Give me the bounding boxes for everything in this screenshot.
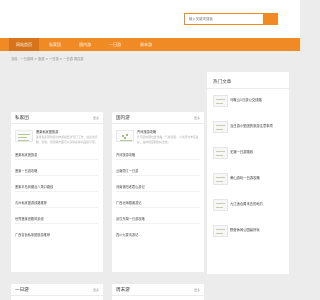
sidebar-title: 热门文章 bbox=[213, 80, 232, 85]
card-header: 一日游 更多 bbox=[11, 284, 103, 296]
nav-item-one-day[interactable]: 一日游 bbox=[100, 38, 130, 51]
more-link[interactable]: 更多 bbox=[93, 116, 99, 120]
featured-description: 蓬莱私家团旅游全体游客经过专门工作，在注重行程、游客、费用等方面可以获得多种高品… bbox=[36, 135, 98, 144]
article-thumbnail[interactable] bbox=[213, 173, 228, 185]
divider bbox=[15, 207, 99, 208]
nav-item-home[interactable]: 网站首页 bbox=[9, 38, 39, 51]
card-title: 一日游 bbox=[15, 288, 29, 293]
divider bbox=[207, 88, 289, 89]
featured-title[interactable]: 蓬莱私家团旅游 bbox=[36, 129, 58, 134]
article-thumbnail[interactable] bbox=[213, 121, 228, 133]
divider bbox=[116, 159, 200, 160]
more-link[interactable]: 更多 bbox=[93, 288, 99, 292]
search-button[interactable] bbox=[263, 14, 277, 24]
card-private-tour: 私家团 更多 蓬莱私家团旅游 蓬莱私家团旅游全体游客经过专门工作，在注重行程、游… bbox=[11, 112, 103, 272]
card-domestic-tour: 国内游 更多 齐河旅游攻略 齐河县地理位置优越，气候温和，人文风光丰富多彩，是休… bbox=[112, 112, 204, 272]
breadcrumb: 当前：一日游网 > 旅游 > 一日游 > 一日游 周边游 bbox=[11, 57, 84, 61]
search-input[interactable] bbox=[185, 14, 263, 24]
featured-title[interactable]: 齐河旅游攻略 bbox=[137, 129, 156, 134]
card-one-day-tour: 一日游 更多 bbox=[11, 284, 103, 300]
article-link[interactable]: 九江适合周末去的地方 bbox=[230, 201, 263, 206]
divider bbox=[15, 159, 99, 160]
list-item[interactable]: 广西百色私家团旅游推荐 bbox=[15, 232, 50, 240]
more-link[interactable]: 更多 bbox=[194, 116, 200, 120]
featured-description: 齐河县地理位置优越，气候温和，人文风光丰富多彩，是休闲度假的好去处。 bbox=[137, 135, 199, 144]
divider bbox=[15, 223, 99, 224]
featured-thumbnail[interactable] bbox=[15, 130, 33, 142]
card-header: 周末游 更多 bbox=[112, 284, 204, 296]
divider bbox=[15, 175, 99, 176]
card-weekend-tour: 周末游 更多 bbox=[112, 284, 204, 300]
search-box bbox=[184, 13, 278, 25]
article-thumbnail[interactable] bbox=[213, 147, 228, 159]
nav-item-domestic[interactable]: 国内游 bbox=[70, 38, 100, 51]
article-thumbnail[interactable] bbox=[213, 199, 228, 211]
card-header: 私家团 更多 bbox=[11, 112, 103, 124]
divider bbox=[116, 175, 200, 176]
divider bbox=[116, 223, 200, 224]
card-header: 国内游 更多 bbox=[112, 112, 204, 124]
list-item[interactable]: 四川九寨沟游记 bbox=[116, 232, 138, 240]
nav-item-private-tour[interactable]: 私家团 bbox=[40, 38, 70, 51]
nav-item-weekend[interactable]: 周末游 bbox=[131, 38, 161, 51]
article-link[interactable]: 当日游小型团的旅游注意事项 bbox=[230, 123, 273, 128]
main-nav: 网站首页 私家团 国内游 一日游 周末游 bbox=[0, 38, 300, 51]
divider bbox=[116, 191, 200, 192]
article-link[interactable]: 野营休闲公园最好玩 bbox=[230, 227, 260, 232]
article-thumbnail[interactable] bbox=[213, 95, 228, 107]
site-header bbox=[0, 0, 300, 38]
article-link[interactable]: 马鞍山1日游公交线路 bbox=[230, 97, 262, 102]
divider bbox=[15, 191, 99, 192]
sidebar-hot-articles: 热门文章 马鞍山1日游公交线路 当日游小型团的旅游注意事项 无锡一日游路线 黄山… bbox=[207, 72, 289, 274]
card-title: 周末游 bbox=[116, 288, 130, 293]
divider bbox=[116, 207, 200, 208]
card-title: 国内游 bbox=[116, 116, 130, 121]
article-thumbnail[interactable] bbox=[213, 225, 228, 237]
article-link[interactable]: 无锡一日游路线 bbox=[230, 149, 253, 154]
card-title: 私家团 bbox=[15, 116, 29, 121]
article-link[interactable]: 黄山游玩一日游攻略 bbox=[230, 175, 260, 180]
featured-thumbnail[interactable] bbox=[116, 130, 134, 142]
more-link[interactable]: 更多 bbox=[194, 288, 200, 292]
